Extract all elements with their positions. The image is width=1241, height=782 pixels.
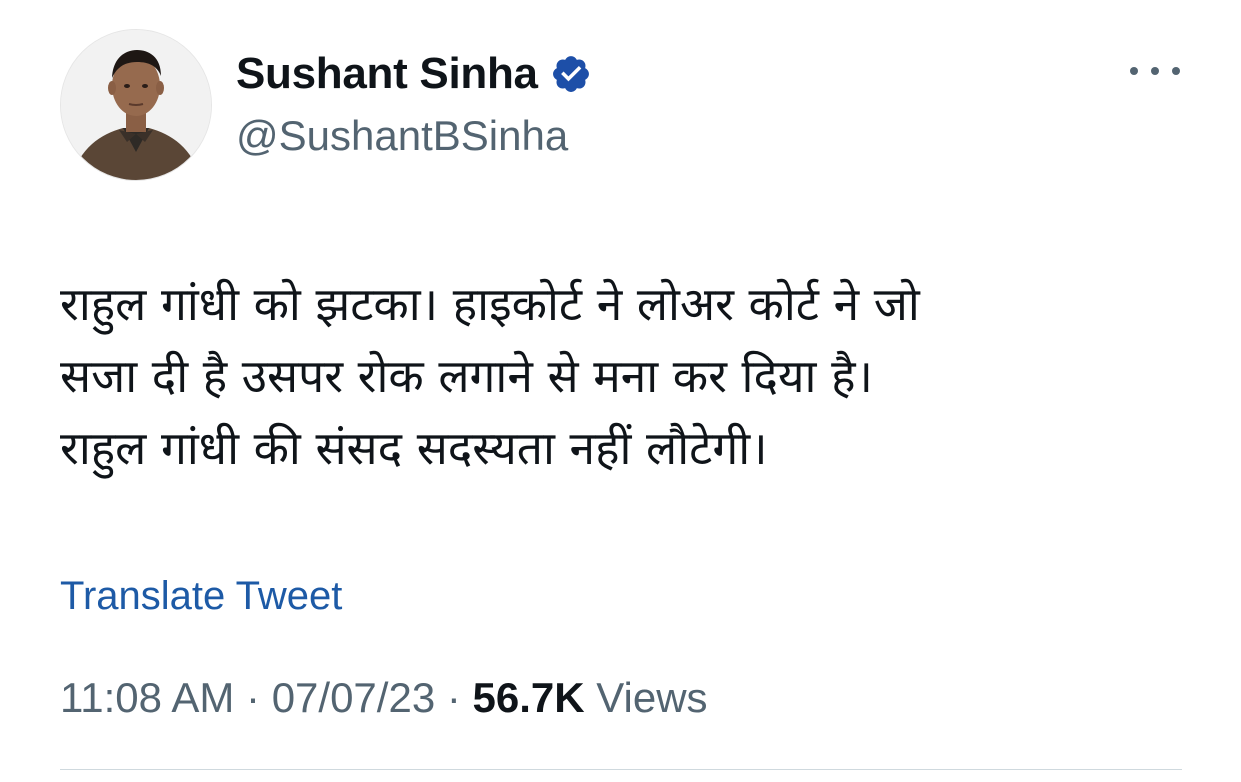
views-count[interactable]: 56.7K [473, 674, 585, 721]
tweet-text-line: राहुल गांधी को झटका। हाइकोर्ट ने लोअर को… [60, 277, 920, 331]
views-label: Views [596, 674, 708, 721]
author-name-row: Sushant Sinha [236, 46, 592, 102]
more-dot [1151, 67, 1159, 75]
avatar-photo [61, 30, 211, 180]
translate-tweet-link[interactable]: Translate Tweet [60, 574, 342, 619]
author-handle[interactable]: @SushantBSinha [236, 112, 568, 160]
tweet-text: राहुल गांधी को झटका। हाइकोर्ट ने लोअर को… [60, 268, 1190, 484]
avatar[interactable] [60, 29, 212, 181]
tweet-text-line: सजा दी है उसपर रोक लगाने से मना कर दिया … [60, 349, 873, 403]
tweet-date[interactable]: 07/07/23 [272, 674, 436, 721]
more-dot [1172, 67, 1180, 75]
meta-separator: · [246, 674, 261, 721]
meta-separator: · [446, 674, 461, 721]
author-display-name[interactable]: Sushant Sinha [236, 49, 538, 99]
more-horizontal-icon[interactable] [1130, 56, 1180, 86]
tweet-text-line: राहुल गांधी की संसद सदस्यता नहीं लौटेगी। [60, 421, 768, 475]
tweet-meta: 11:08 AM · 07/07/23 · 56.7K Views [60, 674, 708, 722]
verified-badge-icon[interactable] [550, 53, 592, 95]
tweet: Sushant Sinha @SushantBSinha राहुल गांधी… [0, 0, 1241, 782]
more-dot [1130, 67, 1138, 75]
tweet-time[interactable]: 11:08 AM [60, 674, 234, 721]
divider [60, 769, 1182, 770]
